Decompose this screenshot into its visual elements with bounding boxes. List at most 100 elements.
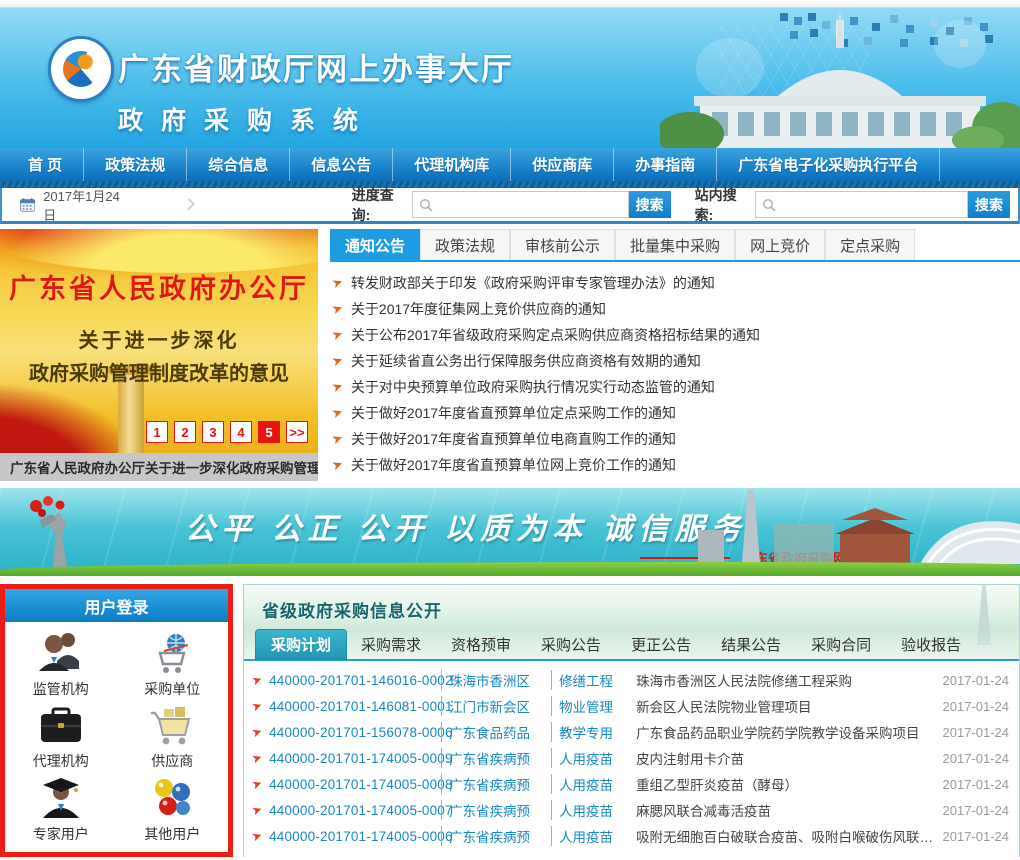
tab-prequalification[interactable]: 资格预审 — [436, 630, 526, 659]
nav-item-supplier-library[interactable]: 供应商库 — [511, 148, 614, 181]
row-title[interactable]: 吸附无细胞百白破联合疫苗、吸附白喉破伤风联合疫苗 — [636, 826, 935, 846]
table-row[interactable]: ➤ 440000-201701-156078-0006 广东食品药品 教学专用 … — [250, 719, 1009, 745]
navbar-hatched-strip — [0, 181, 1020, 188]
row-title[interactable]: 皮内注射用卡介苗 — [636, 748, 935, 768]
tab-pre-review-publicity[interactable]: 审核前公示 — [510, 229, 615, 260]
tab-policies[interactable]: 政策法规 — [420, 229, 510, 260]
carousel-page-3[interactable]: 3 — [202, 421, 224, 443]
notice-list-item[interactable]: ➤关于2017年度征集网上竞价供应商的通知 — [330, 296, 1020, 322]
carousel-page-1[interactable]: 1 — [146, 421, 168, 443]
row-id[interactable]: 440000-201701-174005-0008 — [269, 777, 441, 792]
notice-panel: 通知公告 政策法规 审核前公示 批量集中采购 网上竞价 定点采购 ➤转发财政部关… — [330, 229, 1020, 481]
nav-item-policy[interactable]: 政策法规 — [84, 148, 187, 181]
login-item-agency[interactable]: 代理机构 — [16, 703, 106, 771]
table-row[interactable]: ➤ 440000-201701-146016-0002 珠海市香洲区 修缮工程 … — [250, 667, 1009, 693]
slogan-banner: 公平 公正 公开 以质为本 诚信服务 广东省政府采购网欢迎您！ — [0, 488, 1020, 576]
tab-procurement-plan[interactable]: 采购计划 — [256, 630, 346, 659]
login-item-other[interactable]: 其他用户 — [127, 776, 217, 844]
carousel-slide[interactable]: 广东省人民政府办公厅 关于进一步深化 政府采购管理制度改革的意见 1 2 3 4… — [0, 229, 318, 453]
row-title[interactable]: 重组乙型肝炎疫苗（酵母） — [636, 774, 935, 794]
arrow-bullet-icon: ➤ — [330, 456, 346, 475]
main-navbar: 首 页 政策法规 综合信息 信息公告 代理机构库 供应商库 办事指南 广东省电子… — [0, 148, 1020, 181]
row-id[interactable]: 440000-201701-174005-0009 — [269, 751, 441, 766]
table-row[interactable]: ➤ 440000-201701-174005-0007 广东省疾病预 人用疫苗 … — [250, 797, 1009, 823]
notice-link[interactable]: 关于做好2017年度省直预算单位电商直购工作的通知 — [351, 429, 676, 449]
notice-list-item[interactable]: ➤关于延续省直公务出行保障服务供应商资格有效期的通知 — [330, 348, 1020, 374]
row-category: 修缮工程 — [551, 670, 627, 690]
tab-procurement-demand[interactable]: 采购需求 — [346, 630, 436, 659]
progress-search-button[interactable]: 搜索 — [629, 191, 671, 218]
notice-link[interactable]: 转发财政部关于印发《政府采购评审专家管理办法》的通知 — [351, 273, 715, 293]
site-header: 广东省财政厅网上办事大厅 政府采购系统 — [0, 8, 1020, 148]
current-date: 2017年1月24日 — [43, 186, 123, 224]
nav-item-eprocurement-platform[interactable]: 广东省电子化采购执行平台 — [717, 148, 940, 181]
tab-procurement-contract[interactable]: 采购合同 — [796, 630, 886, 659]
row-id[interactable]: 440000-201701-174005-0007 — [269, 803, 441, 818]
login-item-purchaser[interactable]: 采购单位 — [127, 631, 217, 699]
nav-item-agency-library[interactable]: 代理机构库 — [393, 148, 511, 181]
notice-list: ➤转发财政部关于印发《政府采购评审专家管理办法》的通知 ➤关于2017年度征集网… — [330, 262, 1020, 481]
notice-link[interactable]: 关于延续省直公务出行保障服务供应商资格有效期的通知 — [351, 351, 701, 371]
table-row[interactable]: ➤ 440000-201701-174005-0006 广东省疾病预 人用疫苗 … — [250, 823, 1009, 849]
row-id[interactable]: 440000-201701-174005-0006 — [269, 829, 441, 844]
row-region: 广东省疾病预 — [441, 774, 545, 794]
login-item-expert[interactable]: 专家用户 — [16, 776, 106, 844]
site-search-button[interactable]: 搜索 — [968, 191, 1010, 218]
row-date: 2017-01-24 — [935, 829, 1009, 844]
login-item-label: 监管机构 — [33, 679, 89, 699]
login-item-supplier[interactable]: 供应商 — [127, 703, 217, 771]
carousel-page-5-active[interactable]: 5 — [258, 421, 280, 443]
carousel-caption-link[interactable]: 广东省人民政府办公厅关于进一步深化政府采购管理制 — [0, 453, 318, 481]
magnifier-icon — [419, 198, 433, 212]
arrow-bullet-icon: ➤ — [250, 750, 264, 767]
browser-edge-strip — [0, 0, 1020, 8]
tab-procurement-announcement[interactable]: 采购公告 — [526, 630, 616, 659]
login-box-title: 用户登录 — [5, 589, 228, 622]
carousel-page-4[interactable]: 4 — [230, 421, 252, 443]
site-search-input[interactable] — [780, 193, 967, 216]
notice-list-item[interactable]: ➤关于公布2017年省级政府采购定点采购供应商资格招标结果的通知 — [330, 322, 1020, 348]
nav-item-home[interactable]: 首 页 — [0, 148, 84, 181]
notice-list-item[interactable]: ➤关于对中央预算单位政府采购执行情况实行动态监管的通知 — [330, 374, 1020, 400]
login-item-supervisor[interactable]: 监管机构 — [16, 631, 106, 699]
arrow-bullet-icon: ➤ — [250, 776, 264, 793]
nav-item-general-info[interactable]: 综合信息 — [187, 148, 290, 181]
notice-list-item[interactable]: ➤关于做好2017年度省直预算单位电商直购工作的通知 — [330, 426, 1020, 452]
carousel-next-button[interactable]: >> — [286, 421, 308, 443]
row-title[interactable]: 广东食品药品职业学院药学院教学设备采购项目 — [636, 722, 935, 742]
guangzhou-skyline-image — [690, 490, 1020, 568]
progress-search-input[interactable] — [437, 193, 628, 216]
notice-link[interactable]: 关于2017年度征集网上竞价供应商的通知 — [351, 299, 606, 319]
arrow-bullet-icon: ➤ — [250, 828, 264, 845]
carousel-page-2[interactable]: 2 — [174, 421, 196, 443]
row-id[interactable]: 440000-201701-156078-0006 — [269, 725, 441, 740]
tab-result-announcement[interactable]: 结果公告 — [706, 630, 796, 659]
notice-list-item[interactable]: ➤转发财政部关于印发《政府采购评审专家管理办法》的通知 — [330, 270, 1020, 296]
row-id[interactable]: 440000-201701-146081-0001 — [269, 699, 441, 714]
site-subtitle: 政府采购系统 — [118, 101, 514, 137]
row-date: 2017-01-24 — [935, 803, 1009, 818]
table-row[interactable]: ➤ 440000-201701-146081-0001 江门市新会区 物业管理 … — [250, 693, 1009, 719]
notice-link[interactable]: 关于做好2017年度省直预算单位网上竞价工作的通知 — [351, 455, 676, 475]
nav-item-announcements[interactable]: 信息公告 — [290, 148, 393, 181]
arrow-bullet-icon: ➤ — [250, 698, 264, 715]
notice-list-item[interactable]: ➤ 关于做好2017年度省直预算单位网上竞价工作的通知 — [330, 452, 1020, 478]
row-title[interactable]: 麻腮风联合减毒活疫苗 — [636, 800, 935, 820]
row-title[interactable]: 新会区人民法院物业管理项目 — [636, 696, 935, 716]
nav-item-guide[interactable]: 办事指南 — [614, 148, 717, 181]
tab-acceptance-report[interactable]: 验收报告 — [886, 630, 976, 659]
tab-batch-centralized-procurement[interactable]: 批量集中采购 — [615, 229, 735, 260]
row-title[interactable]: 珠海市香洲区人民法院修缮工程采购 — [636, 670, 935, 690]
notice-link[interactable]: 关于对中央预算单位政府采购执行情况实行动态监管的通知 — [351, 377, 715, 397]
tab-notices[interactable]: 通知公告 — [330, 229, 420, 260]
notice-link[interactable]: 关于公布2017年省级政府采购定点采购供应商资格招标结果的通知 — [351, 325, 760, 345]
banner-slogan: 公平 公正 公开 以质为本 诚信服务 — [185, 504, 746, 548]
notice-link[interactable]: 关于做好2017年度省直预算单位定点采购工作的通知 — [351, 403, 676, 423]
row-id[interactable]: 440000-201701-146016-0002 — [269, 673, 441, 688]
tab-correction-announcement[interactable]: 更正公告 — [616, 630, 706, 659]
tab-fixed-point-procurement[interactable]: 定点采购 — [825, 229, 915, 260]
notice-list-item[interactable]: ➤关于做好2017年度省直预算单位定点采购工作的通知 — [330, 400, 1020, 426]
table-row[interactable]: ➤ 440000-201701-174005-0008 广东省疾病预 人用疫苗 … — [250, 771, 1009, 797]
table-row[interactable]: ➤ 440000-201701-174005-0009 广东省疾病预 人用疫苗 … — [250, 745, 1009, 771]
tab-online-bidding[interactable]: 网上竞价 — [735, 229, 825, 260]
